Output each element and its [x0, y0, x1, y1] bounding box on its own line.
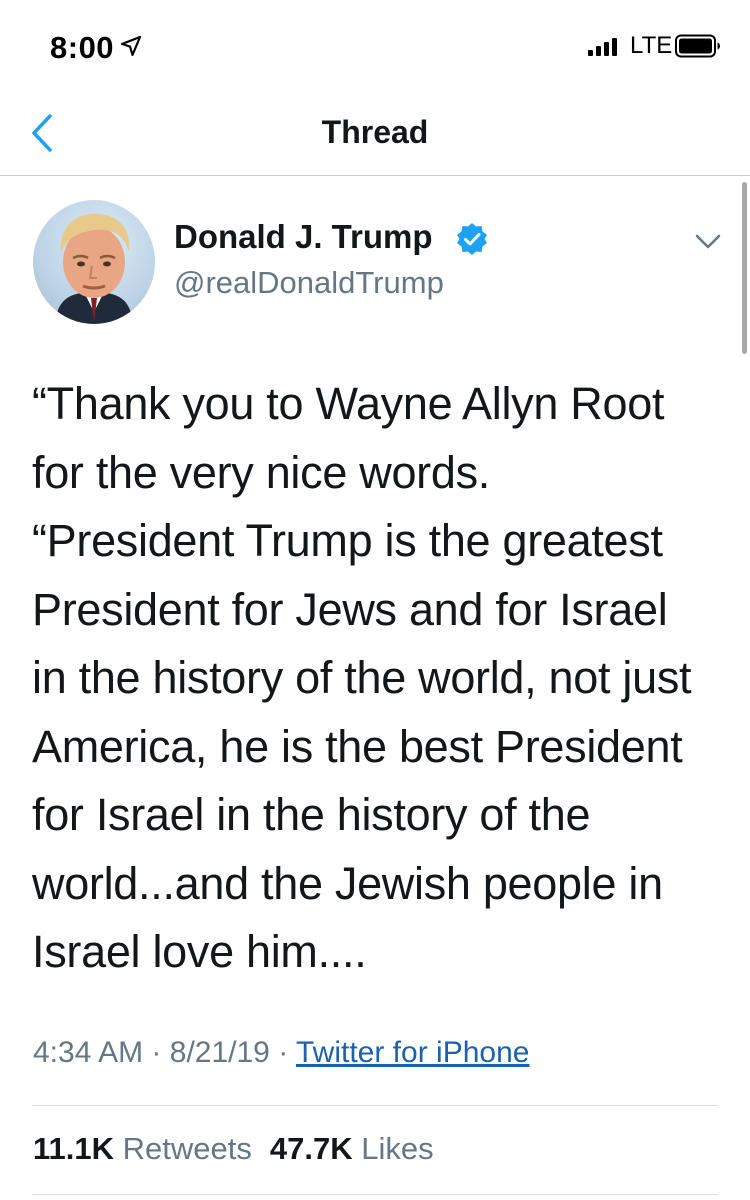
- status-bar: 8:00 LTE: [0, 0, 750, 88]
- meta-separator: ·: [278, 1036, 289, 1069]
- tweet-source-link[interactable]: Twitter for iPhone: [296, 1036, 529, 1069]
- retweets-label: Retweets: [122, 1131, 252, 1166]
- page-title: Thread: [321, 114, 429, 150]
- network-type-label: LTE: [630, 32, 673, 59]
- author-handle[interactable]: @realDonaldTrump: [174, 265, 444, 301]
- tweet-text-line: “Thank you to Wayne Allyn Root: [32, 378, 665, 429]
- divider: [32, 1105, 718, 1106]
- tweet-text-line: President for Jews and for Israel: [32, 583, 668, 635]
- tweet-meta: 4:34 AM · 8/21/19 · Twitter for iPhone: [33, 1036, 529, 1070]
- tweet-text: “Thank you to Wayne Allyn Root for the v…: [32, 370, 722, 987]
- tweet-text-line: in the history of the world, not just: [32, 652, 692, 703]
- navigation-bar: Thread: [0, 88, 750, 176]
- chevron-down-icon[interactable]: [694, 232, 722, 252]
- status-time: 8:00: [50, 30, 115, 65]
- battery-icon: [675, 34, 720, 58]
- tweet-text-line: world...and the Jewish people in: [32, 857, 663, 909]
- tweet-time: 4:34 AM: [33, 1036, 144, 1069]
- cellular-signal-icon: [588, 38, 617, 56]
- likes-count: 47.7K: [269, 1131, 353, 1166]
- meta-separator: ·: [151, 1036, 162, 1069]
- tweet-text-line: “President Trump is the greatest: [32, 515, 663, 566]
- avatar[interactable]: [33, 200, 155, 324]
- divider: [32, 1194, 718, 1195]
- tweet-text-line: America, he is the best President: [32, 720, 683, 772]
- tweet-text-line: for the very nice words.: [32, 446, 490, 498]
- retweets-stat[interactable]: 11.1K Retweets: [33, 1131, 252, 1166]
- location-arrow-icon: [120, 35, 142, 57]
- author-display-name[interactable]: Donald J. Trump: [174, 218, 433, 256]
- likes-label: Likes: [361, 1131, 434, 1166]
- likes-stat[interactable]: 47.7K Likes: [270, 1131, 434, 1166]
- avatar-portrait-image: [55, 213, 133, 324]
- tweet-text-line: for Israel in the history of the: [32, 789, 591, 840]
- verified-badge-icon: [457, 223, 487, 255]
- tweet-stats: 11.1K Retweets 47.7K Likes: [33, 1131, 434, 1167]
- thread-screen: 8:00 LTE Thread Donald J. Trump @realDon…: [0, 0, 750, 1200]
- scroll-indicator[interactable]: [742, 182, 747, 354]
- tweet-text-line: Israel love him....: [32, 926, 367, 977]
- tweet-date: 8/21/19: [169, 1036, 270, 1069]
- retweets-count: 11.1K: [33, 1131, 115, 1166]
